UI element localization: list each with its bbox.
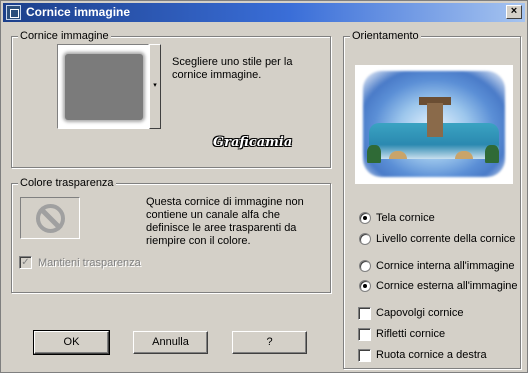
watermark-logo: Graficamia [213,135,293,150]
rotate-frame-checkbox[interactable] [358,349,371,362]
preview-umbrella-right [455,151,473,159]
flip-frame-label: Capovolgi cornice [376,307,464,319]
transparency-group-legend: Colore trasparenza [18,177,116,189]
mirror-frame-label: Rifletti cornice [376,328,446,340]
transparency-info: Questa cornice di immagine non contiene … [146,196,304,247]
frame-style-dropdown-button[interactable]: ▾ [149,44,161,129]
preview-pier [427,103,443,137]
radio-cornice-esterna[interactable] [359,280,371,292]
frame-style-preview[interactable] [57,44,149,129]
orientation-group-legend: Orientamento [350,30,421,42]
transparency-color-swatch [20,197,80,239]
preview-palm-left [367,145,381,163]
orientation-preview-image [355,65,513,184]
rotate-frame-label: Ruota cornice a destra [376,349,487,361]
keep-transparency-label: Mantieni trasparenza [38,257,141,269]
radio-livello-corrente[interactable] [359,233,371,245]
frame-group-legend: Cornice immagine [18,30,111,42]
window-title: Cornice immagine [26,5,131,19]
frame-shape-thumbnail [65,54,143,120]
dialog-window: Cornice immagine × Cornice immagine ▾ Sc… [0,0,528,373]
mirror-frame-checkbox[interactable] [358,328,371,341]
keep-transparency-checkbox[interactable]: ✓ [19,256,32,269]
radio-cornice-esterna-label: Cornice esterna all'immagine [376,280,518,292]
preview-umbrella-left [389,151,407,159]
preview-palm-right [485,145,499,163]
radio-tela-cornice-label: Tela cornice [376,212,435,224]
app-icon [6,5,21,20]
radio-tela-cornice[interactable] [359,212,371,224]
flip-frame-checkbox[interactable] [358,307,371,320]
radio-cornice-interna-label: Cornice interna all'immagine [376,260,515,272]
ok-button[interactable]: OK [33,330,110,355]
frame-description: Scegliere uno stile per la cornice immag… [172,56,293,81]
cancel-button[interactable]: Annulla [133,331,208,354]
close-button[interactable]: × [506,5,522,19]
title-bar[interactable]: Cornice immagine × [3,3,525,22]
radio-livello-corrente-label: Livello corrente della cornice [376,233,516,245]
help-button[interactable]: ? [232,331,307,354]
radio-cornice-interna[interactable] [359,260,371,272]
